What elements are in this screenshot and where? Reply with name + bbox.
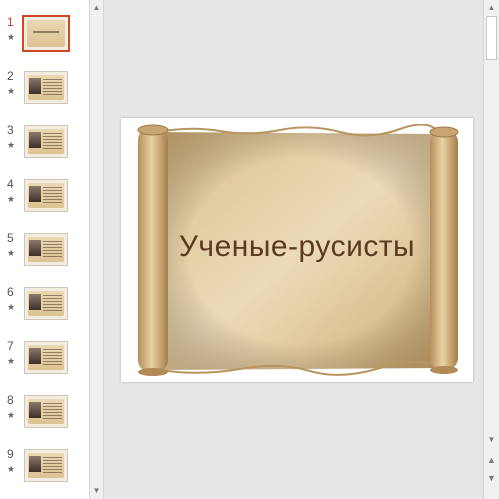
slide-number: 6 [7,285,14,299]
slide-preview[interactable] [22,15,70,52]
slide-thumbnail-9[interactable]: 9 ★ [0,447,73,493]
slide-number: 2 [7,69,14,83]
portrait-preview [29,456,41,472]
portrait-preview [29,294,41,310]
portrait-preview [29,186,41,202]
animation-star-icon: ★ [7,248,16,258]
slide-preview[interactable] [24,71,68,104]
text-preview [43,79,62,97]
slide-preview[interactable] [24,395,68,428]
slide-thumbnail-2[interactable]: 2 ★ [0,69,73,115]
slide-number: 8 [7,393,14,407]
portrait-preview [29,402,41,418]
text-preview [43,133,62,151]
scroll-up-arrow-icon[interactable]: ▲ [485,0,498,16]
portrait-preview [29,348,41,364]
text-preview [43,403,62,421]
animation-star-icon: ★ [7,356,16,366]
portrait-preview [29,78,41,94]
text-preview [43,187,62,205]
thumbnail-scrollbar[interactable]: ▲ ▼ [89,0,104,499]
slide-thumbnail-1[interactable]: 1 ★ [0,15,73,61]
animation-star-icon: ★ [7,32,16,42]
slide-scrollbar[interactable]: ▲ ▼ ▲ ▼ [483,0,499,499]
slide-number: 1 [7,15,14,29]
animation-star-icon: ★ [7,410,16,420]
slide-editing-area: Ученые-русисты [104,0,483,499]
text-preview [43,241,62,259]
slide-number: 7 [7,339,14,353]
current-slide[interactable]: Ученые-русисты [121,118,473,382]
text-preview [43,457,62,475]
slide-preview[interactable] [24,233,68,266]
slide-preview[interactable] [24,341,68,374]
slide-number: 4 [7,177,14,191]
scroll-down-arrow-icon[interactable]: ▼ [485,432,498,448]
slide-thumbnail-4[interactable]: 4 ★ [0,177,73,223]
animation-star-icon: ★ [7,140,16,150]
animation-star-icon: ★ [7,464,16,474]
slide-thumbnail-5[interactable]: 5 ★ [0,231,73,277]
animation-star-icon: ★ [7,86,16,96]
slide-preview[interactable] [24,449,68,482]
animation-star-icon: ★ [7,194,16,204]
portrait-preview [29,132,41,148]
slide-thumbnail-8[interactable]: 8 ★ [0,393,73,439]
animation-star-icon: ★ [7,302,16,312]
parchment-preview [27,20,65,47]
text-preview [43,349,62,367]
slide-thumbnail-3[interactable]: 3 ★ [0,123,73,169]
next-slide-icon[interactable]: ▼ [485,470,498,486]
slide-thumbnail-7[interactable]: 7 ★ [0,339,73,385]
slide-number: 5 [7,231,14,245]
title-preview [33,31,59,33]
previous-slide-icon[interactable]: ▲ [485,452,498,468]
slide-thumbnail-6[interactable]: 6 ★ [0,285,73,331]
portrait-preview [29,240,41,256]
slide-preview[interactable] [24,125,68,158]
slide-preview[interactable] [24,179,68,212]
slide-title[interactable]: Ученые-русисты [121,230,473,264]
scroll-up-arrow-icon[interactable]: ▲ [90,0,103,16]
slide-preview[interactable] [24,287,68,320]
slide-thumbnail-pane: 1 ★ 2 ★ 3 ★ 4 ★ 5 ★ 6 ★ 7 ★ 8 ★ 9 ★ [0,0,73,499]
slide-number: 9 [7,447,14,461]
slide-number: 3 [7,123,14,137]
scrollbar-thumb[interactable] [486,16,497,60]
text-preview [43,295,62,313]
scroll-down-arrow-icon[interactable]: ▼ [90,483,103,499]
